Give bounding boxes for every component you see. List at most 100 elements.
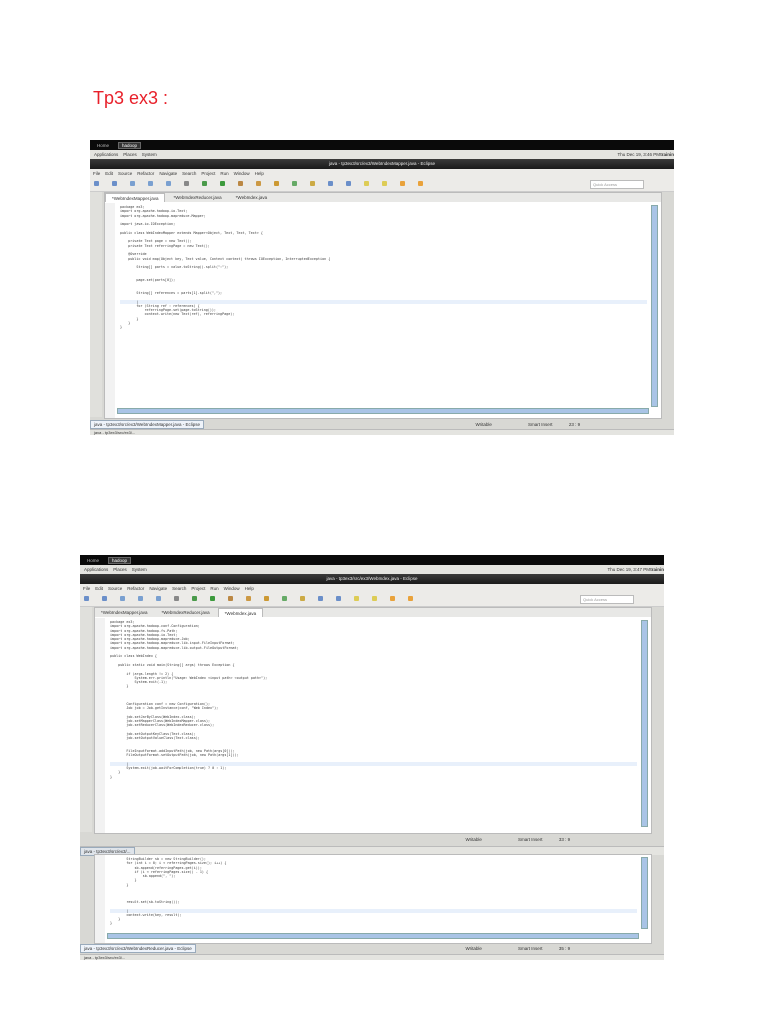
system-menu[interactable]: System: [142, 152, 157, 157]
menu-help[interactable]: Help: [245, 586, 254, 591]
editor-tab[interactable]: *WebIndex.java: [217, 608, 264, 617]
toolbar-button-icon[interactable]: [328, 181, 333, 186]
taskbar: java - tp3ex3/src/ex3/...: [80, 954, 664, 960]
menu-source[interactable]: Source: [108, 586, 122, 591]
tab-hadoop[interactable]: hadoop: [108, 556, 132, 564]
menu-run[interactable]: Run: [220, 171, 228, 176]
toolbar-button-icon[interactable]: [84, 596, 89, 601]
vertical-scrollbar[interactable]: [641, 620, 648, 827]
tab-hadoop[interactable]: hadoop: [118, 141, 142, 149]
editor-tab[interactable]: *WebIndexMapper.java: [95, 608, 153, 617]
code-area[interactable]: package ex3; import org.apache.hadoop.io.…: [120, 205, 647, 330]
editor-tab[interactable]: *WebIndex.java: [230, 193, 273, 202]
menu-run[interactable]: Run: [210, 586, 218, 591]
tab-home[interactable]: Home: [94, 143, 112, 148]
vertical-scrollbar[interactable]: [641, 857, 648, 929]
toolbar-button-icon[interactable]: [400, 181, 405, 186]
toolbar-button-icon[interactable]: [192, 596, 197, 601]
toolbar-button-icon[interactable]: [372, 596, 377, 601]
gutter: [95, 855, 105, 943]
applications-menu[interactable]: Applications: [94, 152, 118, 157]
status-bar: java - tp3ex3/src/ex3/WebIndexReducer.ja…: [80, 944, 664, 953]
taskbar-item[interactable]: java - tp3ex3/src/ex3/...: [84, 955, 125, 960]
horizontal-scrollbar[interactable]: [117, 408, 649, 414]
insert-mode: Smart Insert: [528, 422, 553, 427]
toolbar-button-icon[interactable]: [390, 596, 395, 601]
menu-edit[interactable]: Edit: [105, 171, 113, 176]
menu-file[interactable]: File: [93, 171, 100, 176]
places-menu[interactable]: Places: [123, 152, 137, 157]
toolbar-button-icon[interactable]: [130, 181, 135, 186]
status-bar: Writable Smart Insert 33 : 9: [80, 835, 664, 844]
toolbar-button-icon[interactable]: [174, 596, 179, 601]
quick-access-field[interactable]: Quick Access: [580, 595, 634, 604]
tab-home[interactable]: Home: [84, 558, 102, 563]
toolbar-button-icon[interactable]: [138, 596, 143, 601]
toolbar-button-icon[interactable]: [120, 596, 125, 601]
menu-help[interactable]: Help: [255, 171, 264, 176]
toolbar-button-icon[interactable]: [418, 181, 423, 186]
eclipse-screenshot-webindex: Home hadoop Applications Places System T…: [80, 555, 664, 960]
toolbar-button-icon[interactable]: [256, 181, 261, 186]
toolbar-button-icon[interactable]: [210, 596, 215, 601]
taskbar: java - tp3ex3/src/ex3/...: [90, 429, 674, 435]
toolbar-button-icon[interactable]: [184, 181, 189, 186]
editor-tab[interactable]: *WebIndexReducer.java: [155, 608, 215, 617]
menu-bar: File Edit Source Refactor Navigate Search Proj…: [90, 169, 674, 177]
browser-tab-bar: Home hadoop: [80, 555, 664, 565]
menu-search[interactable]: Search: [182, 171, 196, 176]
gnome-panel: Applications Places System Thu Dec 19, 3…: [80, 565, 664, 574]
toolbar-button-icon[interactable]: [292, 181, 297, 186]
toolbar-button-icon[interactable]: [274, 181, 279, 186]
menu-navigate[interactable]: Navigate: [149, 586, 167, 591]
menu-project[interactable]: Project: [191, 586, 205, 591]
menu-refactor[interactable]: Refactor: [137, 171, 154, 176]
toolbar-button-icon[interactable]: [408, 596, 413, 601]
toolbar-button-icon[interactable]: [346, 181, 351, 186]
toolbar-button-icon[interactable]: [382, 181, 387, 186]
toolbar-button-icon[interactable]: [318, 596, 323, 601]
menu-search[interactable]: Search: [172, 586, 186, 591]
toolbar-button-icon[interactable]: [238, 181, 243, 186]
user-name: trainin: [650, 567, 664, 572]
toolbar-button-icon[interactable]: [336, 596, 341, 601]
applications-menu[interactable]: Applications: [84, 567, 108, 572]
toolbar-button-icon[interactable]: [94, 181, 99, 186]
insert-mode: Smart Insert: [518, 837, 543, 842]
toolbar-button-icon[interactable]: [300, 596, 305, 601]
toolbar-button-icon[interactable]: [228, 596, 233, 601]
code-area[interactable]: StringBuilder sb = new StringBuilder(); …: [110, 857, 637, 926]
toolbar-button-icon[interactable]: [282, 596, 287, 601]
toolbar: Quick Access: [90, 177, 674, 192]
toolbar-button-icon[interactable]: [264, 596, 269, 601]
menu-refactor[interactable]: Refactor: [127, 586, 144, 591]
taskbar-item[interactable]: java - tp3ex3/src/ex3/...: [94, 430, 135, 435]
quick-access-field[interactable]: Quick Access: [590, 180, 644, 189]
vertical-scrollbar[interactable]: [651, 205, 658, 407]
code-area[interactable]: package ex3; import org.apache.hadoop.con…: [110, 620, 637, 779]
menu-file[interactable]: File: [83, 586, 90, 591]
editor-tab[interactable]: *WebIndexMapper.java: [105, 193, 166, 202]
toolbar-button-icon[interactable]: [148, 181, 153, 186]
toolbar-button-icon[interactable]: [112, 181, 117, 186]
toolbar-button-icon[interactable]: [310, 181, 315, 186]
toolbar-button-icon[interactable]: [166, 181, 171, 186]
places-menu[interactable]: Places: [113, 567, 127, 572]
menu-source[interactable]: Source: [118, 171, 132, 176]
editor-tab[interactable]: *WebIndexReducer.java: [167, 193, 227, 202]
menu-window[interactable]: Window: [224, 586, 240, 591]
menu-window[interactable]: Window: [234, 171, 250, 176]
toolbar-button-icon[interactable]: [246, 596, 251, 601]
toolbar-button-icon[interactable]: [102, 596, 107, 601]
menu-edit[interactable]: Edit: [95, 586, 103, 591]
system-menu[interactable]: System: [132, 567, 147, 572]
menu-project[interactable]: Project: [201, 171, 215, 176]
toolbar-button-icon[interactable]: [364, 181, 369, 186]
gutter: [95, 618, 105, 833]
toolbar-button-icon[interactable]: [354, 596, 359, 601]
menu-navigate[interactable]: Navigate: [159, 171, 177, 176]
toolbar-button-icon[interactable]: [220, 181, 225, 186]
toolbar-button-icon[interactable]: [156, 596, 161, 601]
toolbar-button-icon[interactable]: [202, 181, 207, 186]
horizontal-scrollbar[interactable]: [107, 933, 639, 939]
